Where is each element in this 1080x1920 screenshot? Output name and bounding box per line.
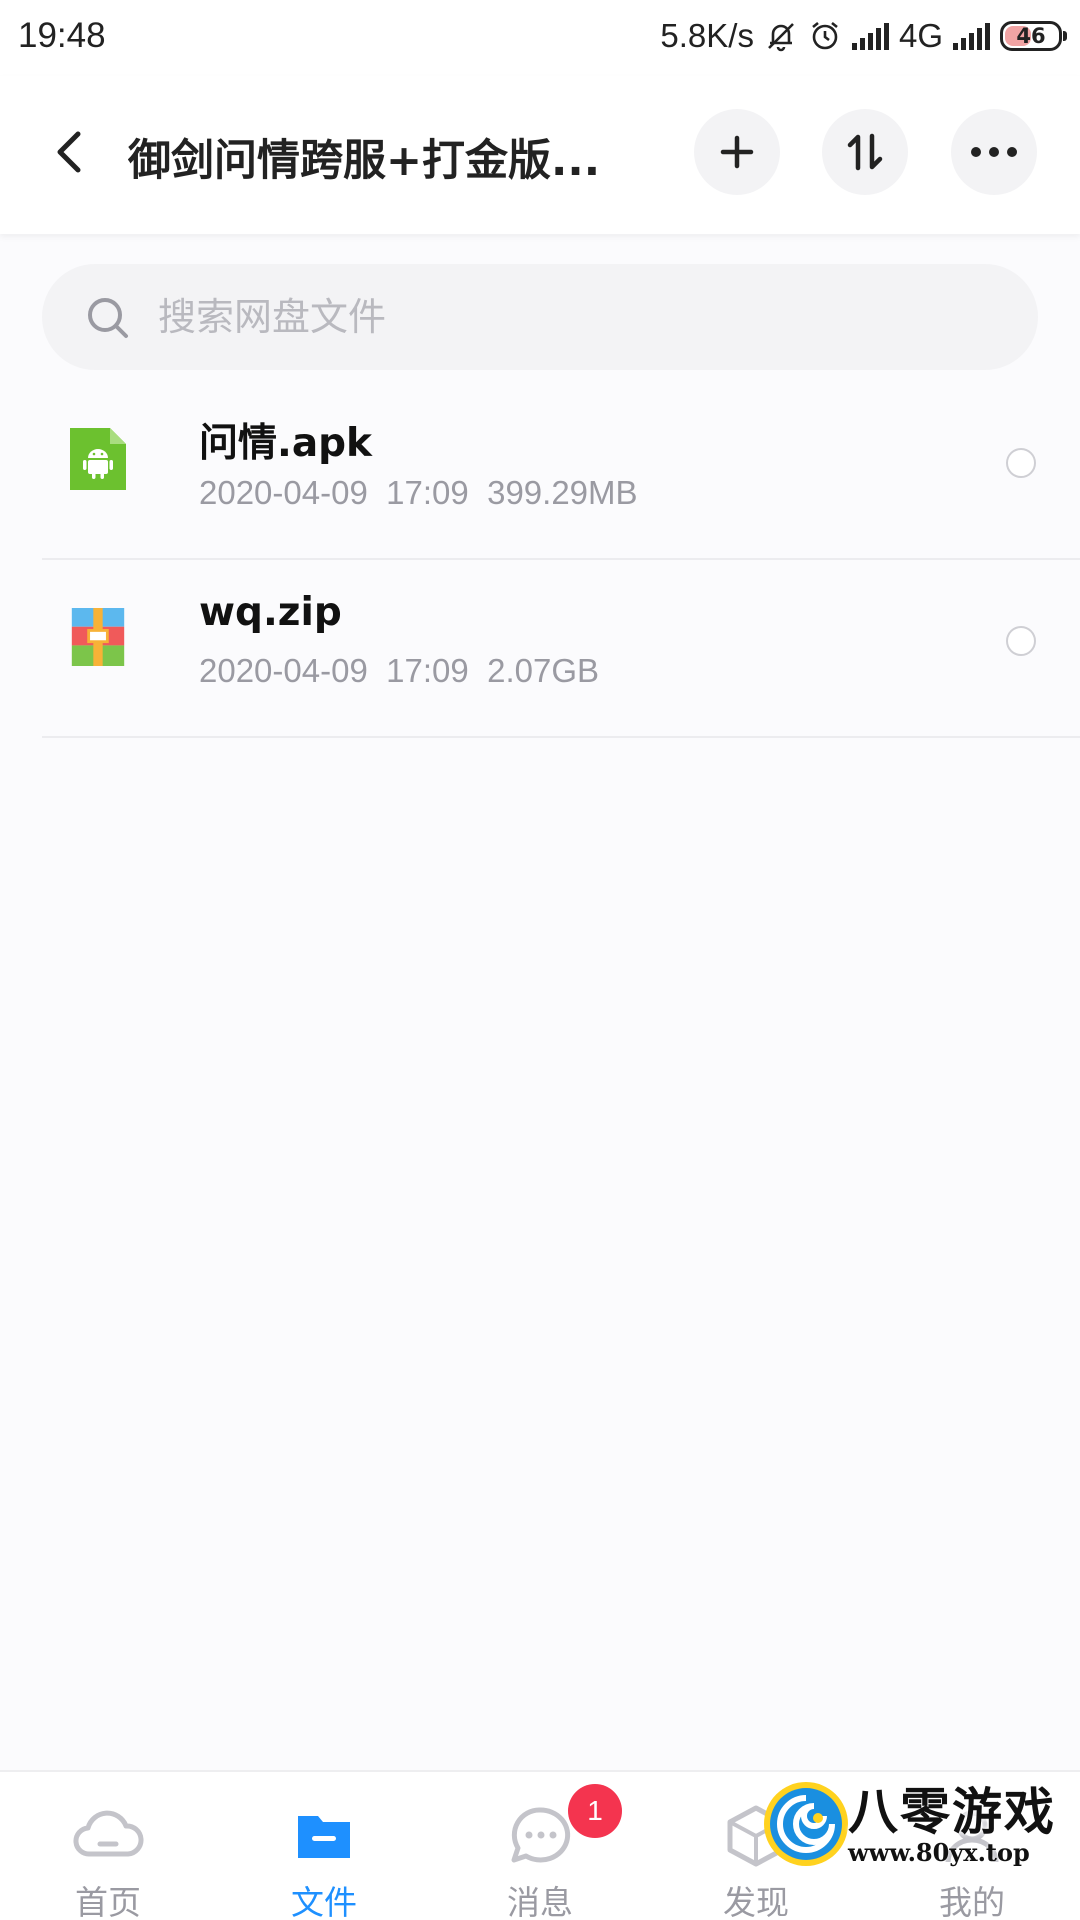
folder-icon — [298, 1816, 350, 1858]
apk-file-icon — [70, 428, 126, 490]
search-input[interactable] — [158, 286, 978, 348]
screen: 19:48 5.8K/s 4G 46 御剑问情跨服+打金版... 搜索网盘文件 … — [0, 0, 1080, 1920]
nav-item-files[interactable]: 文件 — [216, 1772, 432, 1920]
header: 御剑问情跨服+打金版... — [0, 76, 1080, 234]
nav-label: 首页 — [75, 1883, 141, 1920]
watermark: 八零游戏 www.80yx.top — [752, 1766, 1080, 1886]
file-name: 问情.apk — [199, 421, 372, 466]
notification-badge: 1 — [568, 1784, 622, 1838]
select-checkbox[interactable] — [1006, 626, 1036, 656]
watermark-url: www.80yx.top — [848, 1838, 1030, 1867]
file-meta: 2020-04-09 17:09 399.29MB — [199, 474, 638, 512]
file-list: 问情.apk 2020-04-09 17:09 399.29MB wq.zip … — [0, 382, 1080, 738]
mute-icon — [768, 23, 794, 52]
battery-level: 46 — [1016, 24, 1046, 48]
alarm-icon — [812, 21, 838, 50]
nav-item-messages[interactable]: 1 消息 — [432, 1772, 648, 1920]
add-button[interactable] — [694, 109, 780, 195]
net-speed: 5.8K/s — [660, 17, 754, 54]
nav-label: 消息 — [507, 1883, 573, 1920]
status-icons: 5.8K/s 4G 46 — [660, 14, 1067, 58]
watermark-title: 八零游戏 — [848, 1783, 1056, 1841]
more-button[interactable] — [951, 109, 1037, 195]
file-time: 17:09 — [386, 652, 469, 689]
file-time: 17:09 — [386, 474, 469, 511]
back-icon — [57, 131, 81, 173]
sort-icon — [847, 133, 883, 171]
list-item[interactable]: 问情.apk 2020-04-09 17:09 399.29MB — [42, 382, 1080, 560]
status-time: 19:48 — [18, 16, 106, 55]
zip-file-icon — [71, 608, 125, 666]
battery-icon: 46 — [1000, 21, 1067, 51]
file-date: 2020-04-09 — [199, 652, 368, 689]
file-date: 2020-04-09 — [199, 474, 368, 511]
file-meta: 2020-04-09 17:09 2.07GB — [199, 652, 599, 690]
status-bar: 19:48 5.8K/s 4G 46 — [0, 0, 1080, 76]
chat-icon — [511, 1807, 571, 1863]
signal-icon-2 — [953, 22, 990, 50]
file-size: 2.07GB — [487, 652, 600, 689]
search-bar[interactable] — [42, 264, 1038, 370]
sort-button[interactable] — [822, 109, 908, 195]
signal-icon — [851, 22, 889, 50]
file-size: 399.29MB — [487, 474, 638, 511]
plus-icon — [720, 135, 754, 169]
cloud-icon — [73, 1810, 144, 1857]
more-icon — [971, 147, 1017, 157]
file-name: wq.zip — [199, 590, 342, 635]
nav-item-home[interactable]: 首页 — [0, 1772, 216, 1920]
select-checkbox[interactable] — [1006, 448, 1036, 478]
logo-icon — [764, 1782, 848, 1866]
page-title: 御剑问情跨服+打金版... — [128, 136, 601, 186]
list-item[interactable]: wq.zip 2020-04-09 17:09 2.07GB — [42, 560, 1080, 738]
back-button[interactable] — [40, 122, 100, 182]
nav-label: 文件 — [291, 1883, 357, 1920]
search-icon — [88, 298, 128, 338]
network-type: 4G — [898, 17, 943, 54]
